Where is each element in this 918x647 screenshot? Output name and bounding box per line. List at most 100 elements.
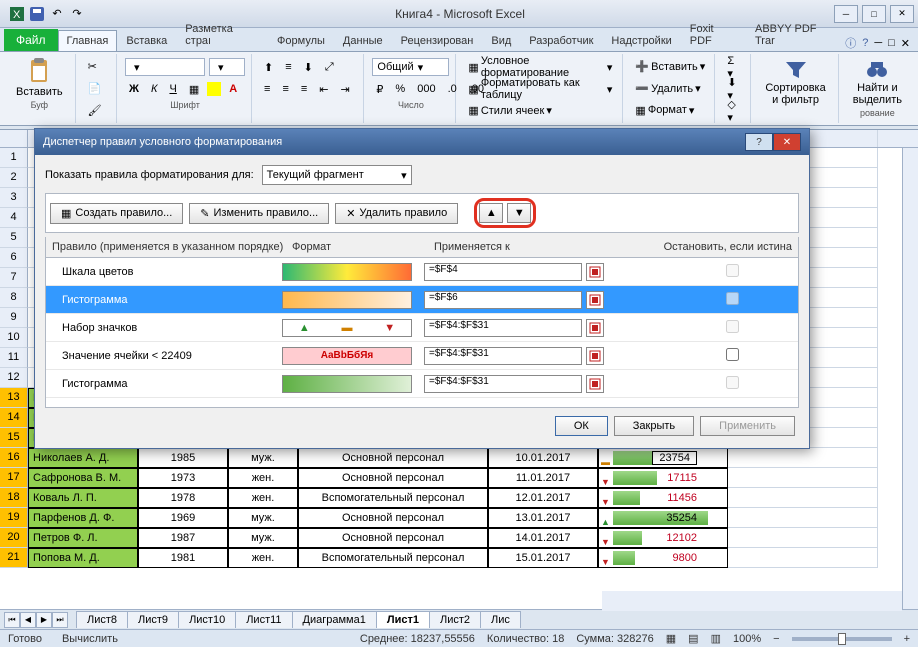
cell[interactable]: Николаев А. Д. bbox=[28, 448, 138, 468]
row-header[interactable]: 1 bbox=[0, 148, 28, 168]
row-header[interactable]: 6 bbox=[0, 248, 28, 268]
insert-button[interactable]: ➕ Вставить ▾ bbox=[631, 58, 709, 75]
range-picker-icon[interactable] bbox=[586, 347, 604, 365]
range-input[interactable]: =$F$4:$F$31 bbox=[424, 375, 582, 393]
edit-rule-button[interactable]: ✎Изменить правило... bbox=[189, 203, 329, 224]
row-header[interactable]: 2 bbox=[0, 168, 28, 188]
ribbon-tab-4[interactable]: Данные bbox=[334, 30, 392, 51]
undo-icon[interactable]: ↶ bbox=[48, 5, 66, 23]
cell[interactable]: Основной персонал bbox=[298, 528, 488, 548]
orientation-icon[interactable]: ⤢ bbox=[321, 59, 338, 76]
sheet-next-button[interactable]: ▶ bbox=[36, 612, 52, 628]
cell[interactable]: жен. bbox=[228, 488, 298, 508]
range-picker-icon[interactable] bbox=[586, 375, 604, 393]
ribbon-tab-10[interactable]: ABBYY PDF Trar bbox=[746, 18, 845, 51]
cell[interactable] bbox=[728, 508, 878, 528]
row-header[interactable]: 5 bbox=[0, 228, 28, 248]
row-header[interactable]: 7 bbox=[0, 268, 28, 288]
grid-row[interactable]: 16Николаев А. Д.1985муж.Основной персона… bbox=[0, 448, 918, 468]
delete-rule-button[interactable]: ✕Удалить правило bbox=[335, 203, 458, 224]
paste-button[interactable]: Вставить bbox=[10, 56, 69, 100]
value-cell[interactable]: ▼9800 bbox=[598, 548, 728, 568]
sheet-tab[interactable]: Лист8 bbox=[76, 611, 128, 628]
copy-icon[interactable]: 📄 bbox=[84, 80, 106, 97]
ribbon-tab-1[interactable]: Вставка bbox=[117, 30, 176, 51]
font-size-combo[interactable]: ▾ bbox=[209, 58, 245, 76]
cell[interactable]: 11.01.2017 bbox=[488, 468, 598, 488]
row-header[interactable]: 11 bbox=[0, 348, 28, 368]
font-color-icon[interactable]: A bbox=[225, 81, 241, 97]
doc-close-icon[interactable]: ✕ bbox=[901, 37, 910, 50]
close-window-button[interactable]: ✕ bbox=[890, 5, 914, 23]
cell[interactable]: Парфенов Д. Ф. bbox=[28, 508, 138, 528]
align-bot-icon[interactable]: ⬇ bbox=[300, 59, 317, 76]
cell[interactable]: муж. bbox=[228, 508, 298, 528]
value-cell[interactable]: ▲35254 bbox=[598, 508, 728, 528]
cell[interactable]: 1981 bbox=[138, 548, 228, 568]
close-button[interactable]: Закрыть bbox=[614, 416, 694, 436]
ribbon-tab-5[interactable]: Рецензирован bbox=[392, 30, 483, 51]
cell[interactable]: Вспомогательный персонал bbox=[298, 488, 488, 508]
format-table-button[interactable]: ▦ Форматировать как таблицу ▾ bbox=[464, 75, 616, 103]
range-picker-icon[interactable] bbox=[586, 291, 604, 309]
ribbon-tab-2[interactable]: Разметка страı bbox=[176, 18, 268, 51]
delete-button[interactable]: ➖ Удалить ▾ bbox=[631, 80, 704, 97]
cell[interactable]: Основной персонал bbox=[298, 468, 488, 488]
rule-row[interactable]: Гистограмма=$F$4:$F$31 bbox=[46, 370, 798, 398]
cell[interactable] bbox=[728, 548, 878, 568]
format-button[interactable]: ▦ Формат ▾ bbox=[631, 102, 698, 119]
row-header[interactable]: 4 bbox=[0, 208, 28, 228]
format-painter-icon[interactable]: 🖌 bbox=[84, 102, 106, 119]
grid-row[interactable]: 20Петров Ф. Л.1987муж.Основной персонал1… bbox=[0, 528, 918, 548]
range-input[interactable]: =$F$6 bbox=[424, 291, 582, 309]
ribbon-tab-3[interactable]: Формулы bbox=[268, 30, 334, 51]
ribbon-tab-6[interactable]: Вид bbox=[482, 30, 520, 51]
ok-button[interactable]: ОК bbox=[555, 416, 608, 436]
sheet-tab[interactable]: Лист2 bbox=[429, 611, 481, 628]
clear-icon[interactable]: ◇ ▾ bbox=[723, 96, 744, 126]
row-header[interactable]: 17 bbox=[0, 468, 28, 488]
align-left-icon[interactable]: ≡ bbox=[260, 81, 274, 97]
row-header[interactable]: 12 bbox=[0, 368, 28, 388]
align-top-icon[interactable]: ⬆ bbox=[260, 59, 277, 76]
row-header[interactable]: 13 bbox=[0, 388, 28, 408]
grid-row[interactable]: 17Сафронова В. М.1973жен.Основной персон… bbox=[0, 468, 918, 488]
range-input[interactable]: =$F$4 bbox=[424, 263, 582, 281]
percent-icon[interactable]: % bbox=[391, 81, 409, 97]
sheet-tab[interactable]: Лиc bbox=[480, 611, 521, 628]
sort-filter-button[interactable]: Сортировка и фильтр bbox=[759, 56, 831, 108]
row-header[interactable]: 19 bbox=[0, 508, 28, 528]
move-rule-up-button[interactable]: ▲ bbox=[479, 203, 503, 223]
row-header[interactable]: 20 bbox=[0, 528, 28, 548]
row-header[interactable]: 16 bbox=[0, 448, 28, 468]
bold-icon[interactable]: Ж bbox=[125, 81, 143, 97]
cell[interactable]: Петров Ф. Л. bbox=[28, 528, 138, 548]
save-icon[interactable] bbox=[28, 5, 46, 23]
move-rule-down-button[interactable]: ▼ bbox=[507, 203, 531, 223]
value-cell[interactable]: ▼11456 bbox=[598, 488, 728, 508]
zoom-level[interactable]: 100% bbox=[733, 633, 761, 645]
range-picker-icon[interactable] bbox=[586, 319, 604, 337]
rule-row[interactable]: Набор значков▲▬▼=$F$4:$F$31 bbox=[46, 314, 798, 342]
cell[interactable] bbox=[728, 448, 878, 468]
stop-if-true-checkbox[interactable] bbox=[672, 348, 792, 364]
sheet-tab[interactable]: Лист10 bbox=[178, 611, 236, 628]
font-combo[interactable]: ▾ bbox=[125, 58, 205, 76]
cell[interactable]: муж. bbox=[228, 528, 298, 548]
indent-dec-icon[interactable]: ⇤ bbox=[315, 81, 332, 98]
range-picker-icon[interactable] bbox=[586, 263, 604, 281]
ribbon-tab-7[interactable]: Разработчик bbox=[520, 30, 602, 51]
grid-row[interactable]: 19Парфенов Д. Ф.1969муж.Основной персона… bbox=[0, 508, 918, 528]
zoom-out-button[interactable]: − bbox=[773, 633, 779, 645]
row-header[interactable]: 18 bbox=[0, 488, 28, 508]
cell[interactable]: 14.01.2017 bbox=[488, 528, 598, 548]
help-icon[interactable]: ? bbox=[862, 37, 868, 49]
cell[interactable]: 1987 bbox=[138, 528, 228, 548]
view-layout-icon[interactable]: ▤ bbox=[688, 632, 698, 645]
cell[interactable]: Вспомогательный персонал bbox=[298, 548, 488, 568]
zoom-in-button[interactable]: + bbox=[904, 633, 910, 645]
cell[interactable]: 1978 bbox=[138, 488, 228, 508]
cell[interactable]: 15.01.2017 bbox=[488, 548, 598, 568]
indent-inc-icon[interactable]: ⇥ bbox=[337, 81, 354, 98]
currency-icon[interactable]: ₽ bbox=[372, 81, 387, 98]
